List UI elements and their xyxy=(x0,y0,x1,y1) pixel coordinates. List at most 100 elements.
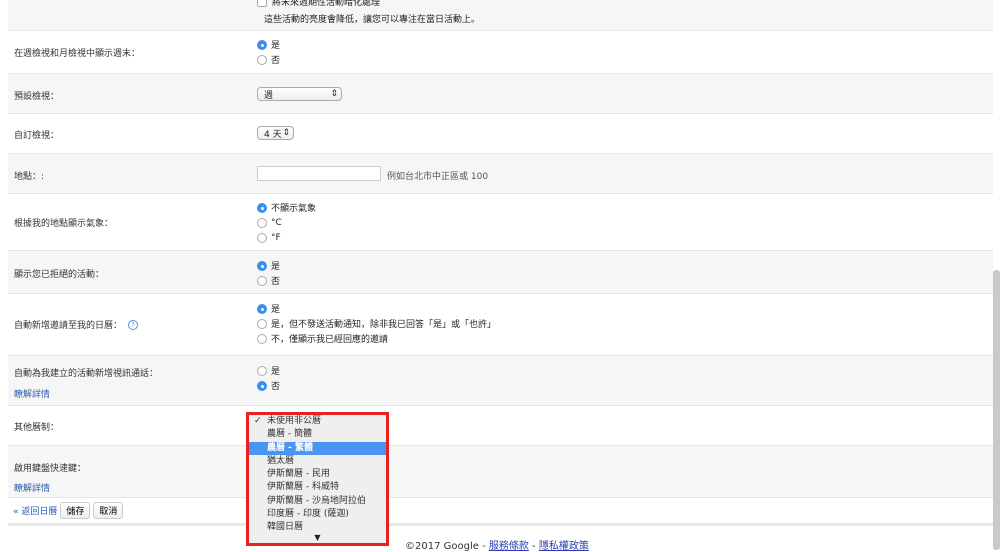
radio-option[interactable]: 否 xyxy=(257,273,280,288)
option-label: 農曆 - 繁體 xyxy=(267,442,314,453)
radio-button[interactable] xyxy=(257,202,267,213)
default-view-label: 預設檢視： xyxy=(14,92,60,102)
keyboard-label: 啟用鍵盤快速鍵： xyxy=(14,464,87,474)
radio-option[interactable]: 否 xyxy=(257,378,280,393)
radio-label: 是 xyxy=(271,305,281,315)
radio-button[interactable] xyxy=(257,380,267,391)
radio-button[interactable] xyxy=(257,232,267,243)
declined-label: 顯示您已拒絕的活動： xyxy=(14,270,105,280)
dropdown-option[interactable]: ✓ 未使用非公曆 xyxy=(249,415,386,428)
separator: - xyxy=(528,541,539,552)
radio-label: 不顯示氣象 xyxy=(271,204,317,214)
radio-option[interactable]: 是，但不發送活動通知，除非我已回答「是」或「也許」 xyxy=(257,316,496,331)
radio-label: 不，僅顯示我已經回應的邀請 xyxy=(271,335,389,345)
default-view-select[interactable]: 週 ⇕ xyxy=(257,87,342,101)
video-radios: 是否 xyxy=(257,363,280,393)
radio-label: 是 xyxy=(271,262,281,272)
checkbox[interactable] xyxy=(257,0,267,7)
other-calendar-row: 其他曆制： xyxy=(8,406,993,446)
radio-option[interactable]: 不，僅顯示我已經回應的邀請 xyxy=(257,331,496,346)
weekend-label: 在週檢視和月檢視中顯示週末： xyxy=(14,49,141,59)
privacy-link[interactable]: 隱私權政策 xyxy=(539,541,589,552)
dropdown-option[interactable]: 伊斯蘭曆 - 民用 xyxy=(249,468,386,481)
keyboard-learn-more-link[interactable]: 瞭解詳情 xyxy=(14,481,50,494)
video-learn-more-link[interactable]: 瞭解詳情 xyxy=(14,387,50,400)
weather-label: 根據我的地點顯示氣象： xyxy=(14,219,114,229)
custom-view-select[interactable]: 4 天 ⇕ xyxy=(257,126,294,140)
auto-add-row: 自動新增邀請至我的日曆：? 是是，但不發送活動通知，除非我已回答「是」或「也許」… xyxy=(8,294,993,356)
option-label: 伊斯蘭曆 - 科威特 xyxy=(267,482,339,493)
other-calendar-label: 其他曆制： xyxy=(14,423,60,433)
terms-link[interactable]: 服務條款 xyxy=(489,541,529,552)
radio-option[interactable]: °C xyxy=(257,215,316,230)
declined-radios: 是否 xyxy=(257,258,280,288)
dropdown-option[interactable]: 印度曆 - 印度 (薩迦) xyxy=(249,508,386,521)
dropdown-option[interactable]: 猶太曆 xyxy=(249,455,386,468)
scrollbar[interactable] xyxy=(993,270,1000,550)
radio-label: 否 xyxy=(271,56,281,66)
dropdown-option[interactable]: 伊斯蘭曆 - 沙烏地阿拉伯 xyxy=(249,495,386,508)
updown-icon: ⇕ xyxy=(282,128,290,138)
auto-add-radios: 是是，但不發送活動通知，除非我已回答「是」或「也許」 不，僅顯示我已經回應的邀請 xyxy=(257,301,496,346)
dropdown-option[interactable]: 農曆 - 簡體 xyxy=(249,428,386,441)
auto-add-label-wrap: 自動新增邀請至我的日曆：? xyxy=(14,318,139,331)
option-label: 伊斯蘭曆 - 民用 xyxy=(267,469,330,480)
dropdown-option[interactable]: 農曆 - 繁體 xyxy=(249,441,386,455)
help-icon[interactable]: ? xyxy=(128,319,139,330)
option-label: 未使用非公曆 xyxy=(267,416,322,426)
option-label: 猶太曆 xyxy=(267,455,295,466)
radio-option[interactable]: 否 xyxy=(257,52,280,67)
video-label: 自動為我建立的活動新增視訊通話： xyxy=(14,369,159,379)
location-input[interactable] xyxy=(257,166,381,181)
option-label: 印度曆 - 印度 (薩迦) xyxy=(267,509,349,520)
auto-add-label: 自動新增邀請至我的日曆： xyxy=(14,321,123,331)
radio-option[interactable]: 不顯示氣象 xyxy=(257,200,316,215)
radio-option[interactable]: 是 xyxy=(257,363,280,378)
checkmark-icon: ✓ xyxy=(254,416,262,426)
updown-icon: ⇕ xyxy=(330,89,338,99)
location-label: 地點：: xyxy=(14,172,45,182)
radio-button[interactable] xyxy=(257,54,267,65)
weekend-radios: 是否 xyxy=(257,37,280,67)
cancel-button[interactable]: 取消 xyxy=(93,502,124,519)
radio-button[interactable] xyxy=(257,217,267,228)
location-row: 地點：: 例如台北市中正區或 100 xyxy=(8,154,993,194)
radio-button[interactable] xyxy=(257,365,267,376)
dim-note: 這些活動的亮度會降低，讓您可以專注在當日活動上。 xyxy=(264,15,481,25)
radio-label: 是 xyxy=(271,41,281,51)
radio-button[interactable] xyxy=(257,333,267,344)
weather-radios: 不顯示氣象 °C °F xyxy=(257,200,316,245)
keyboard-row: 啟用鍵盤快速鍵： 瞭解詳情 xyxy=(8,446,993,498)
radio-button[interactable] xyxy=(257,318,267,329)
save-button[interactable]: 儲存 xyxy=(60,502,91,519)
radio-option[interactable]: 是 xyxy=(257,301,496,316)
radio-button[interactable] xyxy=(257,260,267,271)
option-label: 韓國日曆 xyxy=(267,522,304,533)
radio-label: 否 xyxy=(271,382,281,392)
radio-button[interactable] xyxy=(257,39,267,50)
settings-form: 將未來週期性活動暗化處理 這些活動的亮度會降低，讓您可以專注在當日活動上。 在週… xyxy=(8,0,993,526)
radio-option[interactable]: 是 xyxy=(257,37,280,52)
radio-option[interactable]: 是 xyxy=(257,258,280,273)
select-value: 4 天 xyxy=(264,129,282,140)
dropdown-list: ✓ 未使用非公曆 農曆 - 簡體 農曆 - 繁體 猶太曆 伊斯蘭曆 - 民用 伊斯蘭曆 - … xyxy=(249,415,386,535)
scroll-down-arrow-icon[interactable]: ▼ xyxy=(249,532,386,543)
declined-row: 顯示您已拒絕的活動： 是否 xyxy=(8,251,993,294)
radio-button[interactable] xyxy=(257,303,267,314)
radio-label: 是，但不發送活動通知，除非我已回答「是」或「也許」 xyxy=(271,320,497,330)
dim-recurring-option[interactable]: 將未來週期性活動暗化處理 xyxy=(257,0,380,8)
dropdown-option[interactable]: 伊斯蘭曆 - 科威特 xyxy=(249,481,386,494)
radio-option[interactable]: °F xyxy=(257,230,316,245)
default-view-row: 預設檢視： 週 ⇕ xyxy=(8,74,993,114)
option-label: 伊斯蘭曆 - 沙烏地阿拉伯 xyxy=(267,495,366,506)
option-label: 農曆 - 簡體 xyxy=(267,429,312,440)
back-to-calendar-link[interactable]: « 返回日曆 xyxy=(13,504,57,517)
dim-recurring-row: 將未來週期性活動暗化處理 這些活動的亮度會降低，讓您可以專注在當日活動上。 xyxy=(8,0,993,31)
radio-label: °F xyxy=(271,232,281,243)
select-value: 週 xyxy=(264,90,274,101)
other-calendar-dropdown[interactable]: ✓ 未使用非公曆 農曆 - 簡體 農曆 - 繁體 猶太曆 伊斯蘭曆 - 民用 伊斯蘭曆 - … xyxy=(246,412,389,546)
radio-button[interactable] xyxy=(257,275,267,286)
weekend-row: 在週檢視和月檢視中顯示週末： 是否 xyxy=(8,31,993,74)
location-hint: 例如台北市中正區或 100 xyxy=(387,172,489,182)
checkbox-label: 將未來週期性活動暗化處理 xyxy=(272,0,381,8)
